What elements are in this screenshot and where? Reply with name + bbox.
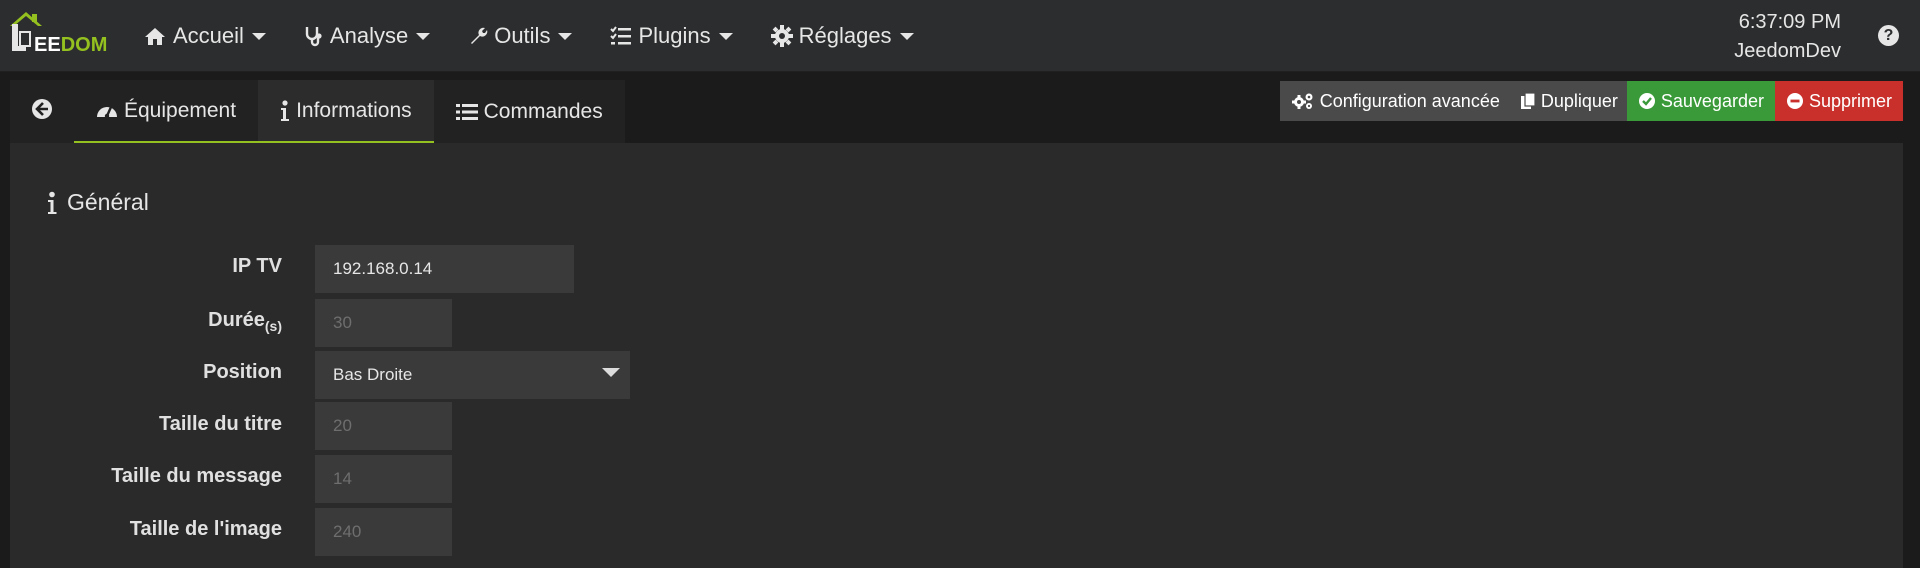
message-size-input[interactable]: 14 xyxy=(315,455,452,503)
top-navbar: EEDOM Accueil Analyse Outils Plugins Rég… xyxy=(0,0,1920,72)
nav-item-label: Réglages xyxy=(798,23,892,48)
info-icon xyxy=(47,191,57,215)
main-menu: Accueil Analyse Outils Plugins Réglages xyxy=(143,0,952,72)
copy-icon xyxy=(1520,92,1536,110)
tasks-icon xyxy=(610,26,632,46)
nav-item-accueil[interactable]: Accueil xyxy=(143,0,266,72)
ip-label: IP TV xyxy=(232,255,282,277)
info-icon xyxy=(280,99,290,122)
cog-icon xyxy=(770,25,793,47)
button-label: Dupliquer xyxy=(1540,90,1618,111)
ip-input[interactable]: 192.168.0.14 xyxy=(315,245,574,293)
tab-label: Équipement xyxy=(124,98,237,122)
advanced-config-button[interactable]: Configuration avancée xyxy=(1279,81,1511,121)
nav-item-label: Accueil xyxy=(173,23,244,48)
button-label: Sauvegarder xyxy=(1660,90,1764,111)
form-row-duration: Durée(s) 30 xyxy=(10,299,710,347)
image-size-input[interactable]: 240 xyxy=(315,508,452,556)
stethoscope-icon xyxy=(304,25,324,47)
duration-input[interactable]: 30 xyxy=(315,299,452,347)
tab-informations[interactable]: Informations xyxy=(258,80,434,143)
tab-label: Commandes xyxy=(483,99,603,123)
list-icon xyxy=(455,103,478,121)
form-row-ip: IP TV 192.168.0.14 xyxy=(10,245,710,293)
nav-item-plugins[interactable]: Plugins xyxy=(610,0,733,72)
caret-down-icon xyxy=(558,32,573,40)
delete-button[interactable]: Supprimer xyxy=(1774,81,1903,121)
clock-time: 6:37:09 PM xyxy=(1738,11,1841,33)
cogs-icon xyxy=(1291,92,1315,110)
save-button[interactable]: Sauvegarder xyxy=(1626,81,1775,121)
check-circle-icon xyxy=(1638,92,1656,110)
arrow-circle-left-icon xyxy=(31,98,53,126)
duration-label: Durée(s) xyxy=(208,309,282,334)
equipment-tabs: Équipement Informations Commandes xyxy=(10,80,625,143)
header-clock: 6:37:09 PM JeedomDev xyxy=(1734,8,1841,66)
duplicate-button[interactable]: Dupliquer xyxy=(1510,81,1627,121)
nav-item-label: Analyse xyxy=(329,23,409,48)
nav-item-label: Outils xyxy=(494,23,551,48)
form-row-message-size: Taille du message 14 xyxy=(10,455,710,503)
minus-circle-icon xyxy=(1786,92,1804,110)
position-label: Position xyxy=(203,361,282,383)
caret-down-icon xyxy=(416,32,431,40)
tachometer-icon xyxy=(96,101,118,121)
help-icon[interactable]: ? xyxy=(1878,25,1899,46)
nav-item-outils[interactable]: Outils xyxy=(468,0,573,72)
home-icon xyxy=(143,26,167,46)
section-title: Général xyxy=(47,189,149,216)
caret-down-icon xyxy=(602,368,620,377)
equipment-actions: Configuration avancée Dupliquer Sauvegar… xyxy=(1279,81,1903,121)
title-size-label: Taille du titre xyxy=(159,413,282,435)
jeedom-logo[interactable]: EEDOM xyxy=(8,8,116,58)
position-select[interactable]: Bas Droite xyxy=(315,351,630,399)
form-row-title-size: Taille du titre 20 xyxy=(10,402,710,450)
button-label: Supprimer xyxy=(1808,90,1892,111)
form-row-image-size: Taille de l'image 240 xyxy=(10,508,710,556)
tab-commandes[interactable]: Commandes xyxy=(433,80,625,143)
button-label: Configuration avancée xyxy=(1319,90,1500,111)
section-title-text: Général xyxy=(67,189,149,215)
form-row-position: Position Bas Droite xyxy=(10,351,710,399)
caret-down-icon xyxy=(718,32,733,40)
user-name[interactable]: JeedomDev xyxy=(1734,37,1841,66)
tab-equipement[interactable]: Équipement xyxy=(74,80,259,143)
position-select-value: Bas Droite xyxy=(333,365,413,384)
nav-item-reglages[interactable]: Réglages xyxy=(770,0,914,72)
title-size-input[interactable]: 20 xyxy=(315,402,452,450)
equipment-panel: Général IP TV 192.168.0.14 Durée(s) 30 P… xyxy=(10,143,1903,568)
image-size-label: Taille de l'image xyxy=(129,518,282,540)
message-size-label: Taille du message xyxy=(111,465,282,487)
caret-down-icon xyxy=(899,32,914,40)
back-button[interactable] xyxy=(10,80,74,143)
nav-item-analyse[interactable]: Analyse xyxy=(304,0,431,72)
tab-label: Informations xyxy=(296,98,412,122)
logo-text: EEDOM xyxy=(34,34,108,56)
caret-down-icon xyxy=(251,32,266,40)
wrench-icon xyxy=(468,26,488,46)
nav-item-label: Plugins xyxy=(638,23,711,48)
